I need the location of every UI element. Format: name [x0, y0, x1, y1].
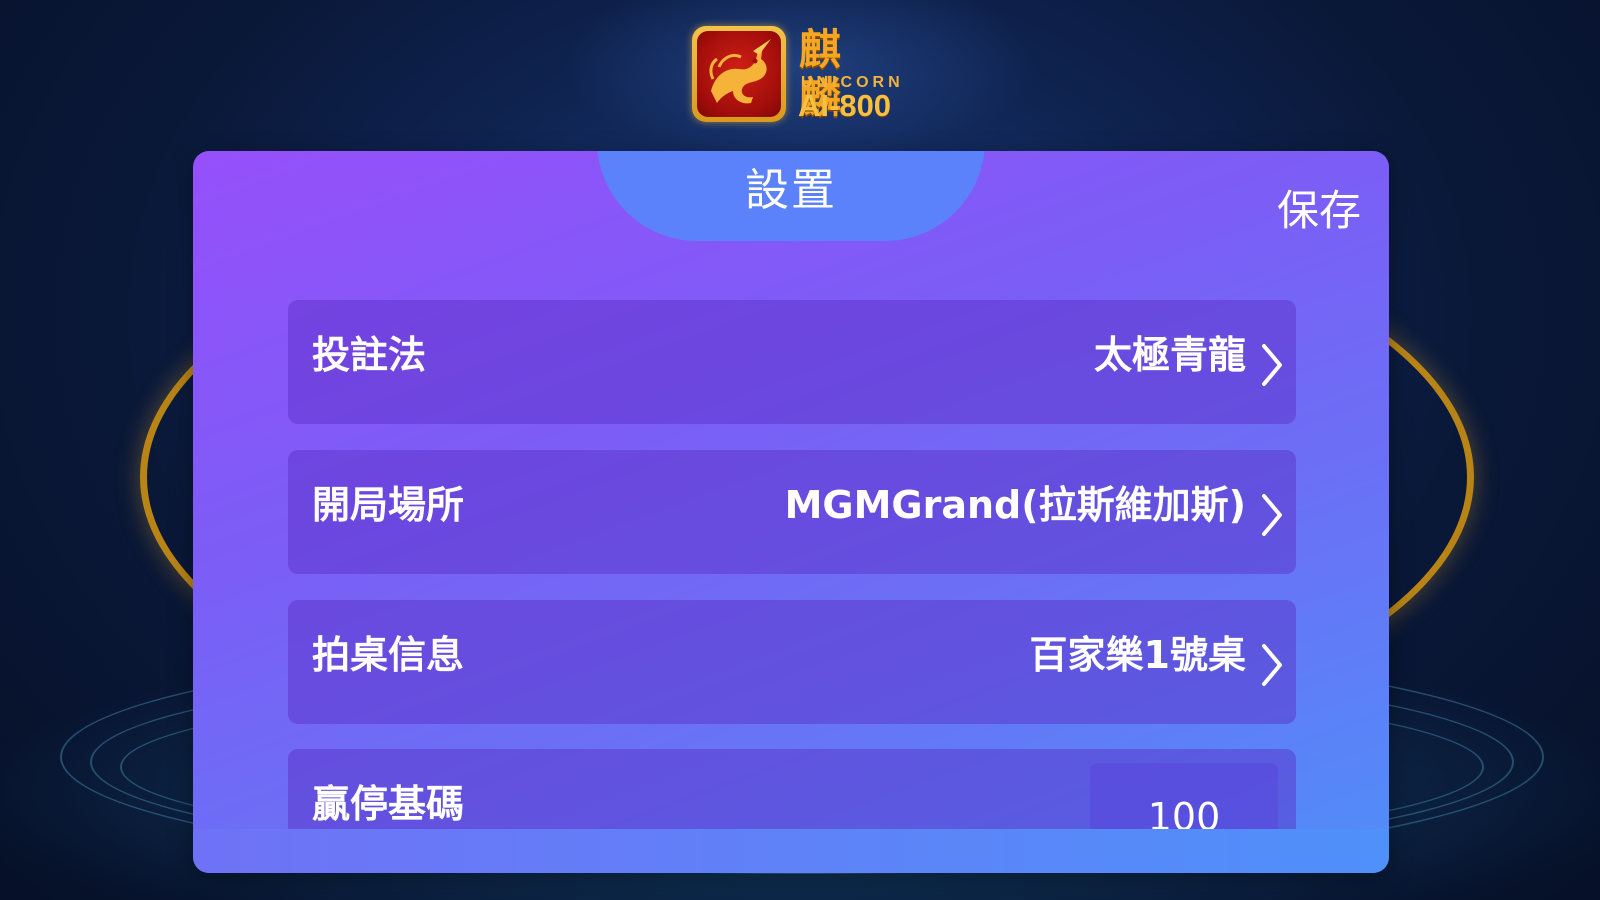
settings-panel: 設置 保存 投註法 太極青龍 開局場所 MGMGrand(拉斯維加斯) 拍桌信息… — [193, 151, 1389, 873]
unicorn-icon — [697, 31, 781, 117]
save-button[interactable]: 保存 — [1261, 181, 1361, 241]
panel-footer — [193, 829, 1389, 873]
setting-row-value: MGMGrand(拉斯維加斯) — [784, 483, 1246, 527]
setting-row-win-stop: 贏停基碼 100 — [288, 749, 1296, 853]
setting-row-label: 贏停基碼 — [312, 782, 465, 826]
setting-row-value: 太極青龍 — [1093, 333, 1246, 377]
setting-row-table-info[interactable]: 拍桌信息 百家樂1號桌 — [288, 600, 1296, 724]
setting-row-bet-method[interactable]: 投註法 太極青龍 — [288, 300, 1296, 424]
page-title: 設置 — [745, 165, 837, 216]
chevron-right-icon — [1262, 344, 1282, 386]
chevron-right-icon — [1262, 494, 1282, 536]
app-logo: 麒 麟 UNICORN AI-800 — [692, 26, 912, 126]
setting-row-venue[interactable]: 開局場所 MGMGrand(拉斯維加斯) — [288, 450, 1296, 574]
logo-model: AI-800 — [798, 88, 892, 123]
setting-row-label: 投註法 — [312, 333, 427, 377]
setting-row-value: 百家樂1號桌 — [1029, 633, 1246, 677]
unicorn-emblem-icon — [709, 39, 771, 104]
setting-row-label: 拍桌信息 — [312, 633, 465, 677]
setting-row-label: 開局場所 — [312, 483, 465, 527]
unicorn-badge — [692, 26, 786, 122]
app-screen: 麒 麟 UNICORN AI-800 設置 保存 投註法 太極青龍 開局場所 M… — [0, 0, 1600, 900]
chevron-right-icon — [1262, 644, 1282, 686]
